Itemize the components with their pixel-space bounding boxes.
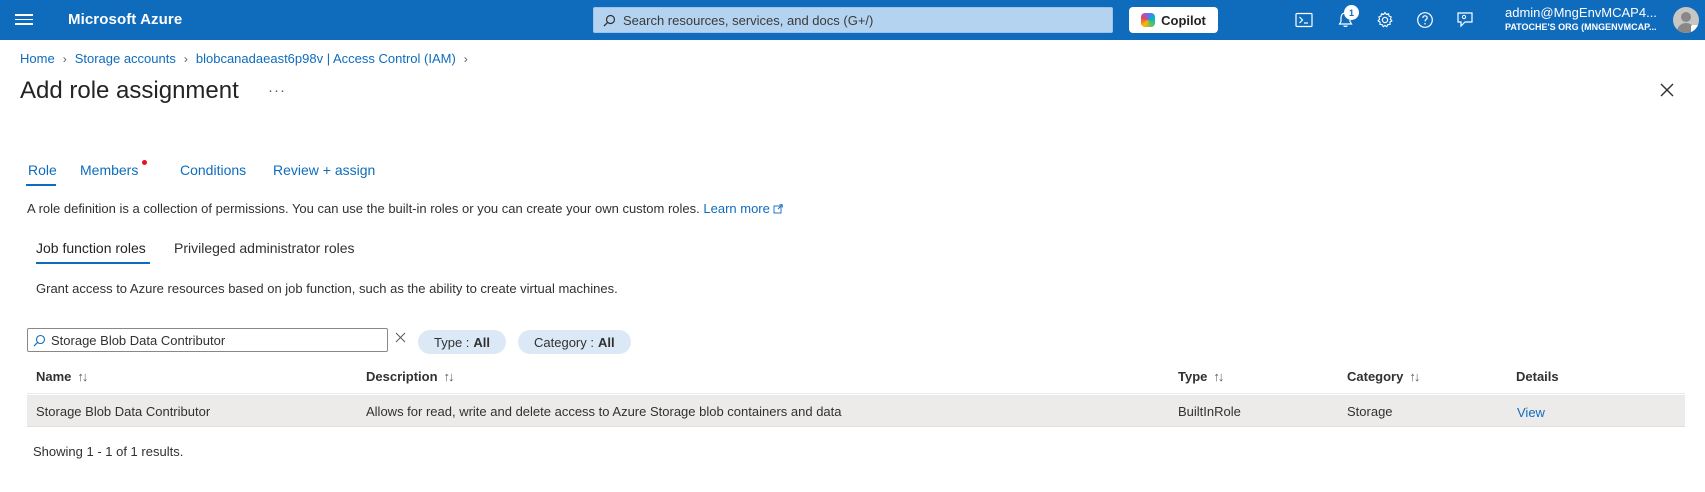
type-filter-value: All bbox=[473, 334, 491, 350]
category-filter-value: All bbox=[597, 334, 615, 350]
role-search-input[interactable] bbox=[51, 332, 371, 348]
more-options-icon[interactable]: ··· bbox=[268, 82, 286, 99]
category-filter-label: Category : bbox=[534, 334, 594, 350]
type-filter-label: Type : bbox=[434, 334, 470, 350]
top-navigation-bar: Microsoft Azure Copilot 1 admin@MngEnvMC… bbox=[0, 0, 1705, 40]
notification-count-badge: 1 bbox=[1344, 5, 1359, 20]
active-subtab-indicator bbox=[36, 262, 150, 264]
row-role-category: Storage bbox=[1347, 404, 1393, 419]
table-row[interactable] bbox=[27, 395, 1685, 426]
job-function-description: Grant access to Azure resources based on… bbox=[36, 281, 618, 296]
chevron-right-icon: › bbox=[183, 51, 188, 66]
account-menu[interactable]: admin@MngEnvMCAP4... PATOCHE'S ORG (MNGE… bbox=[1505, 5, 1675, 32]
view-details-link[interactable]: View bbox=[1517, 405, 1545, 420]
chevron-right-icon: › bbox=[463, 51, 468, 66]
role-definition-text: A role definition is a collection of per… bbox=[27, 201, 700, 216]
sort-icon[interactable]: ↑↓ bbox=[1409, 369, 1420, 384]
tab-review-assign[interactable]: Review + assign bbox=[273, 162, 375, 178]
copilot-button[interactable]: Copilot bbox=[1129, 7, 1218, 33]
help-question-icon[interactable] bbox=[1414, 9, 1436, 31]
page-title: Add role assignment bbox=[20, 77, 239, 104]
brand-title[interactable]: Microsoft Azure bbox=[68, 11, 182, 28]
global-search-input[interactable] bbox=[623, 12, 1103, 28]
breadcrumb-storage-accounts[interactable]: Storage accounts bbox=[75, 51, 176, 66]
sort-icon[interactable]: ↑↓ bbox=[444, 369, 455, 384]
breadcrumb: Home › Storage accounts › blobcanadaeast… bbox=[20, 51, 476, 66]
learn-more-link[interactable]: Learn more bbox=[703, 201, 784, 216]
breadcrumb-home[interactable]: Home bbox=[20, 51, 55, 66]
copilot-icon bbox=[1141, 13, 1156, 27]
column-header-category[interactable]: Category ↑↓ bbox=[1347, 369, 1420, 384]
tab-role[interactable]: Role bbox=[28, 162, 57, 178]
column-header-type[interactable]: Type ↑↓ bbox=[1178, 369, 1224, 384]
sort-icon[interactable]: ↑↓ bbox=[1213, 369, 1224, 384]
active-tab-indicator bbox=[26, 184, 56, 186]
account-organization: PATOCHE'S ORG (MNGENVMCAP... bbox=[1505, 22, 1657, 32]
sort-icon[interactable]: ↑↓ bbox=[77, 369, 88, 384]
lock-icon bbox=[1691, 25, 1699, 33]
subtab-job-function-roles[interactable]: Job function roles bbox=[36, 240, 146, 256]
global-search-box[interactable] bbox=[593, 7, 1113, 33]
role-search-box[interactable] bbox=[27, 328, 388, 352]
role-definition-description: A role definition is a collection of per… bbox=[27, 201, 784, 216]
type-filter-pill[interactable]: Type : All bbox=[418, 330, 507, 354]
table-row-divider bbox=[27, 426, 1685, 427]
feedback-icon[interactable] bbox=[1454, 9, 1476, 31]
tab-members[interactable]: Members bbox=[80, 162, 138, 178]
copilot-label: Copilot bbox=[1161, 12, 1206, 28]
category-filter-pill[interactable]: Category : All bbox=[518, 330, 631, 354]
hamburger-menu-icon[interactable] bbox=[14, 11, 34, 29]
row-role-name: Storage Blob Data Contributor bbox=[36, 404, 211, 419]
column-header-description[interactable]: Description ↑↓ bbox=[366, 369, 455, 384]
table-header-divider bbox=[27, 393, 1685, 394]
chevron-right-icon: › bbox=[62, 51, 67, 66]
search-icon bbox=[33, 334, 46, 346]
subtab-privileged-administrator-roles[interactable]: Privileged administrator roles bbox=[174, 240, 355, 256]
search-icon bbox=[603, 14, 616, 26]
required-indicator-dot bbox=[142, 160, 147, 165]
close-icon[interactable] bbox=[1659, 82, 1677, 100]
avatar[interactable] bbox=[1673, 7, 1699, 33]
tab-conditions[interactable]: Conditions bbox=[180, 162, 246, 178]
column-header-name[interactable]: Name ↑↓ bbox=[36, 369, 88, 384]
settings-gear-icon[interactable] bbox=[1374, 9, 1396, 31]
external-link-icon bbox=[774, 204, 784, 214]
row-role-description: Allows for read, write and delete access… bbox=[366, 404, 842, 419]
column-header-details: Details bbox=[1516, 369, 1559, 384]
row-role-type: BuiltInRole bbox=[1178, 404, 1241, 419]
account-name: admin@MngEnvMCAP4... bbox=[1505, 5, 1657, 20]
breadcrumb-access-control[interactable]: blobcanadaeast6p98v | Access Control (IA… bbox=[196, 51, 456, 66]
cloud-shell-icon[interactable] bbox=[1293, 9, 1315, 31]
clear-search-icon[interactable] bbox=[395, 331, 407, 343]
results-count: Showing 1 - 1 of 1 results. bbox=[33, 444, 184, 459]
